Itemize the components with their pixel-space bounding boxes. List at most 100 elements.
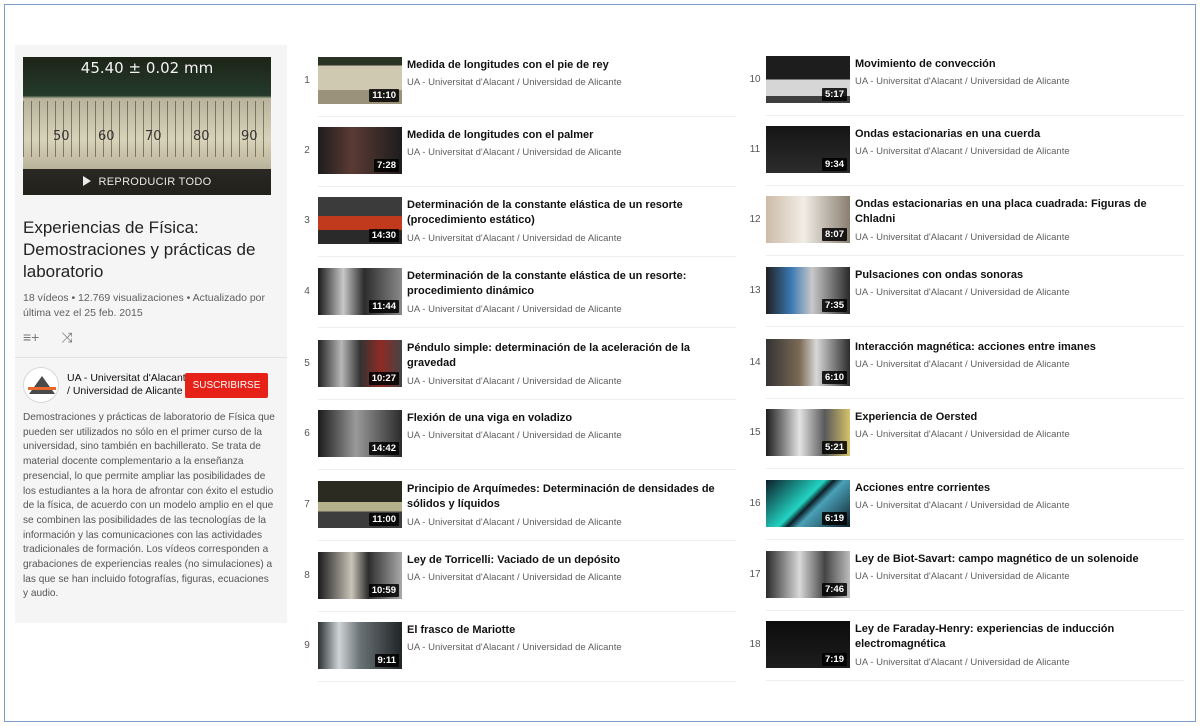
- playlist-video-item[interactable]: 13 7:35 Pulsaciones con ondas sonoras UA - …: [748, 267, 1188, 337]
- video-title[interactable]: Determinación de la constante elástica d…: [407, 269, 737, 299]
- video-thumbnail[interactable]: 9:11: [318, 622, 402, 669]
- video-thumbnail[interactable]: 7:28: [318, 127, 402, 174]
- ruler-number: 60: [98, 129, 115, 144]
- playlist-video-item[interactable]: 17 7:46 Ley de Biot-Savart: campo magnétic…: [748, 551, 1188, 621]
- video-duration: 9:34: [821, 158, 847, 171]
- video-title[interactable]: Determinación de la constante elástica d…: [407, 198, 737, 228]
- video-title[interactable]: Flexión de una viga en voladizo: [407, 411, 737, 426]
- video-title[interactable]: Interacción magnética: acciones entre im…: [855, 340, 1185, 355]
- shuffle-icon[interactable]: ⤨: [61, 329, 72, 346]
- video-channel[interactable]: UA - Universitat d'Alacant / Universidad…: [407, 77, 622, 88]
- video-title[interactable]: Ondas estacionarias en una placa cuadrad…: [855, 197, 1185, 227]
- video-index: 16: [749, 498, 761, 509]
- video-thumbnail[interactable]: 5:17: [766, 56, 850, 103]
- playlist-video-item[interactable]: 18 7:19 Ley de Faraday-Henry: experiencias…: [748, 621, 1188, 691]
- ruler-number: 90: [241, 129, 258, 144]
- playlist-video-item[interactable]: 11 9:34 Ondas estacionarias en una cuerda U…: [748, 126, 1188, 196]
- add-to-queue-icon[interactable]: ≡+: [23, 329, 39, 346]
- video-title[interactable]: Principio de Arquímedes: Determinación d…: [407, 482, 737, 512]
- video-channel[interactable]: UA - Universitat d'Alacant / Universidad…: [407, 304, 622, 315]
- video-thumbnail[interactable]: 11:44: [318, 268, 402, 315]
- video-title[interactable]: Pulsaciones con ondas sonoras: [855, 268, 1185, 283]
- video-thumbnail[interactable]: 10:59: [318, 552, 402, 599]
- video-thumbnail[interactable]: 6:19: [766, 480, 850, 527]
- video-thumbnail[interactable]: 7:19: [766, 621, 850, 668]
- item-divider: [766, 255, 1184, 256]
- playlist-video-item[interactable]: 1 11:10 Medida de longitudes con el pie de…: [300, 57, 740, 127]
- playlist-video-item[interactable]: 4 11:44 Determinación de la constante elás…: [300, 268, 740, 338]
- playlist-stats: 18 vídeos • 12.769 visualizaciones • Act…: [23, 292, 266, 319]
- playlist-video-item[interactable]: 10 5:17 Movimiento de convección UA - Unive…: [748, 56, 1188, 126]
- video-channel[interactable]: UA - Universitat d'Alacant / Universidad…: [407, 517, 622, 528]
- item-divider: [318, 611, 736, 612]
- ruler-number: 70: [145, 129, 162, 144]
- video-thumbnail[interactable]: 11:00: [318, 481, 402, 528]
- playlist-video-item[interactable]: 14 6:10 Interacción magnética: acciones en…: [748, 339, 1188, 409]
- video-thumbnail[interactable]: 11:10: [318, 57, 402, 104]
- item-divider: [766, 115, 1184, 116]
- video-thumbnail[interactable]: 7:35: [766, 267, 850, 314]
- video-thumbnail[interactable]: 14:42: [318, 410, 402, 457]
- video-duration: 10:59: [368, 584, 399, 597]
- subscribe-button[interactable]: SUSCRIBIRSE: [185, 373, 268, 398]
- video-thumbnail[interactable]: 6:10: [766, 339, 850, 386]
- video-thumbnail[interactable]: 7:46: [766, 551, 850, 598]
- playlist-video-item[interactable]: 16 6:19 Acciones entre corrientes UA - Univ…: [748, 480, 1188, 550]
- video-channel[interactable]: UA - Universitat d'Alacant / Universidad…: [855, 429, 1070, 440]
- video-title[interactable]: Ondas estacionarias en una cuerda: [855, 127, 1185, 142]
- video-title[interactable]: Péndulo simple: determinación de la acel…: [407, 341, 737, 371]
- playlist-video-item[interactable]: 9 9:11 El frasco de Mariotte UA - Universit…: [300, 622, 740, 692]
- video-channel[interactable]: UA - Universitat d'Alacant / Universidad…: [407, 233, 622, 244]
- video-title[interactable]: Medida de longitudes con el pie de rey: [407, 58, 737, 73]
- playlist-title[interactable]: Experiencias de Física: Demostraciones y…: [23, 217, 283, 283]
- video-title[interactable]: Experiencia de Oersted: [855, 410, 1185, 425]
- channel-name[interactable]: UA - Universitat d'Alacant / Universidad…: [67, 372, 187, 398]
- video-channel[interactable]: UA - Universitat d'Alacant / Universidad…: [407, 572, 622, 583]
- video-title[interactable]: Acciones entre corrientes: [855, 481, 1185, 496]
- video-index: 13: [749, 285, 761, 296]
- video-channel[interactable]: UA - Universitat d'Alacant / Universidad…: [855, 232, 1070, 243]
- video-channel[interactable]: UA - Universitat d'Alacant / Universidad…: [855, 76, 1070, 87]
- video-title[interactable]: Movimiento de convección: [855, 57, 1185, 72]
- video-index: 12: [749, 214, 761, 225]
- video-channel[interactable]: UA - Universitat d'Alacant / Universidad…: [855, 657, 1070, 668]
- video-title[interactable]: El frasco de Mariotte: [407, 623, 737, 638]
- video-channel[interactable]: UA - Universitat d'Alacant / Universidad…: [407, 147, 622, 158]
- video-channel[interactable]: UA - Universitat d'Alacant / Universidad…: [407, 430, 622, 441]
- video-channel[interactable]: UA - Universitat d'Alacant / Universidad…: [855, 500, 1070, 511]
- play-all-button[interactable]: REPRODUCIR TODO: [23, 169, 271, 195]
- video-channel[interactable]: UA - Universitat d'Alacant / Universidad…: [855, 359, 1070, 370]
- item-divider: [766, 468, 1184, 469]
- playlist-video-item[interactable]: 3 14:30 Determinación de la constante elás…: [300, 197, 740, 267]
- video-channel[interactable]: UA - Universitat d'Alacant / Universidad…: [407, 642, 622, 653]
- playlist-video-item[interactable]: 2 7:28 Medida de longitudes con el palmer U…: [300, 127, 740, 197]
- video-thumbnail[interactable]: 5:21: [766, 409, 850, 456]
- play-all-label: REPRODUCIR TODO: [98, 176, 212, 188]
- playlist-thumbnail[interactable]: 45.40 ± 0.02 mm 50 60 70 80 90 REPRODUCI…: [23, 57, 271, 195]
- playlist-video-item[interactable]: 12 8:07 Ondas estacionarias en una placa c…: [748, 196, 1188, 266]
- video-thumbnail[interactable]: 10:27: [318, 340, 402, 387]
- video-channel[interactable]: UA - Universitat d'Alacant / Universidad…: [855, 571, 1070, 582]
- video-thumbnail[interactable]: 8:07: [766, 196, 850, 243]
- video-duration: 10:27: [368, 372, 399, 385]
- video-title[interactable]: Ley de Biot-Savart: campo magnético de u…: [855, 552, 1185, 567]
- item-divider: [766, 398, 1184, 399]
- item-divider: [318, 469, 736, 470]
- playlist-video-item[interactable]: 15 5:21 Experiencia de Oersted UA - Univers…: [748, 409, 1188, 479]
- video-title[interactable]: Ley de Faraday-Henry: experiencias de in…: [855, 622, 1185, 652]
- playlist-video-item[interactable]: 6 14:42 Flexión de una viga en voladizo UA …: [300, 410, 740, 480]
- channel-avatar[interactable]: [23, 367, 59, 403]
- video-title[interactable]: Ley de Torricelli: Vaciado de un depósit…: [407, 553, 737, 568]
- playlist-video-item[interactable]: 7 11:00 Principio de Arquímedes: Determina…: [300, 481, 740, 551]
- video-channel[interactable]: UA - Universitat d'Alacant / Universidad…: [855, 146, 1070, 157]
- video-thumbnail[interactable]: 14:30: [318, 197, 402, 244]
- playlist-video-item[interactable]: 5 10:27 Péndulo simple: determinación de l…: [300, 340, 740, 410]
- video-duration: 11:10: [369, 89, 399, 102]
- video-thumbnail[interactable]: 9:34: [766, 126, 850, 173]
- video-channel[interactable]: UA - Universitat d'Alacant / Universidad…: [407, 376, 622, 387]
- video-duration: 7:28: [373, 159, 399, 172]
- video-channel[interactable]: UA - Universitat d'Alacant / Universidad…: [855, 287, 1070, 298]
- playlist-video-item[interactable]: 8 10:59 Ley de Torricelli: Vaciado de un d…: [300, 552, 740, 622]
- video-index: 7: [304, 499, 310, 510]
- video-title[interactable]: Medida de longitudes con el palmer: [407, 128, 737, 143]
